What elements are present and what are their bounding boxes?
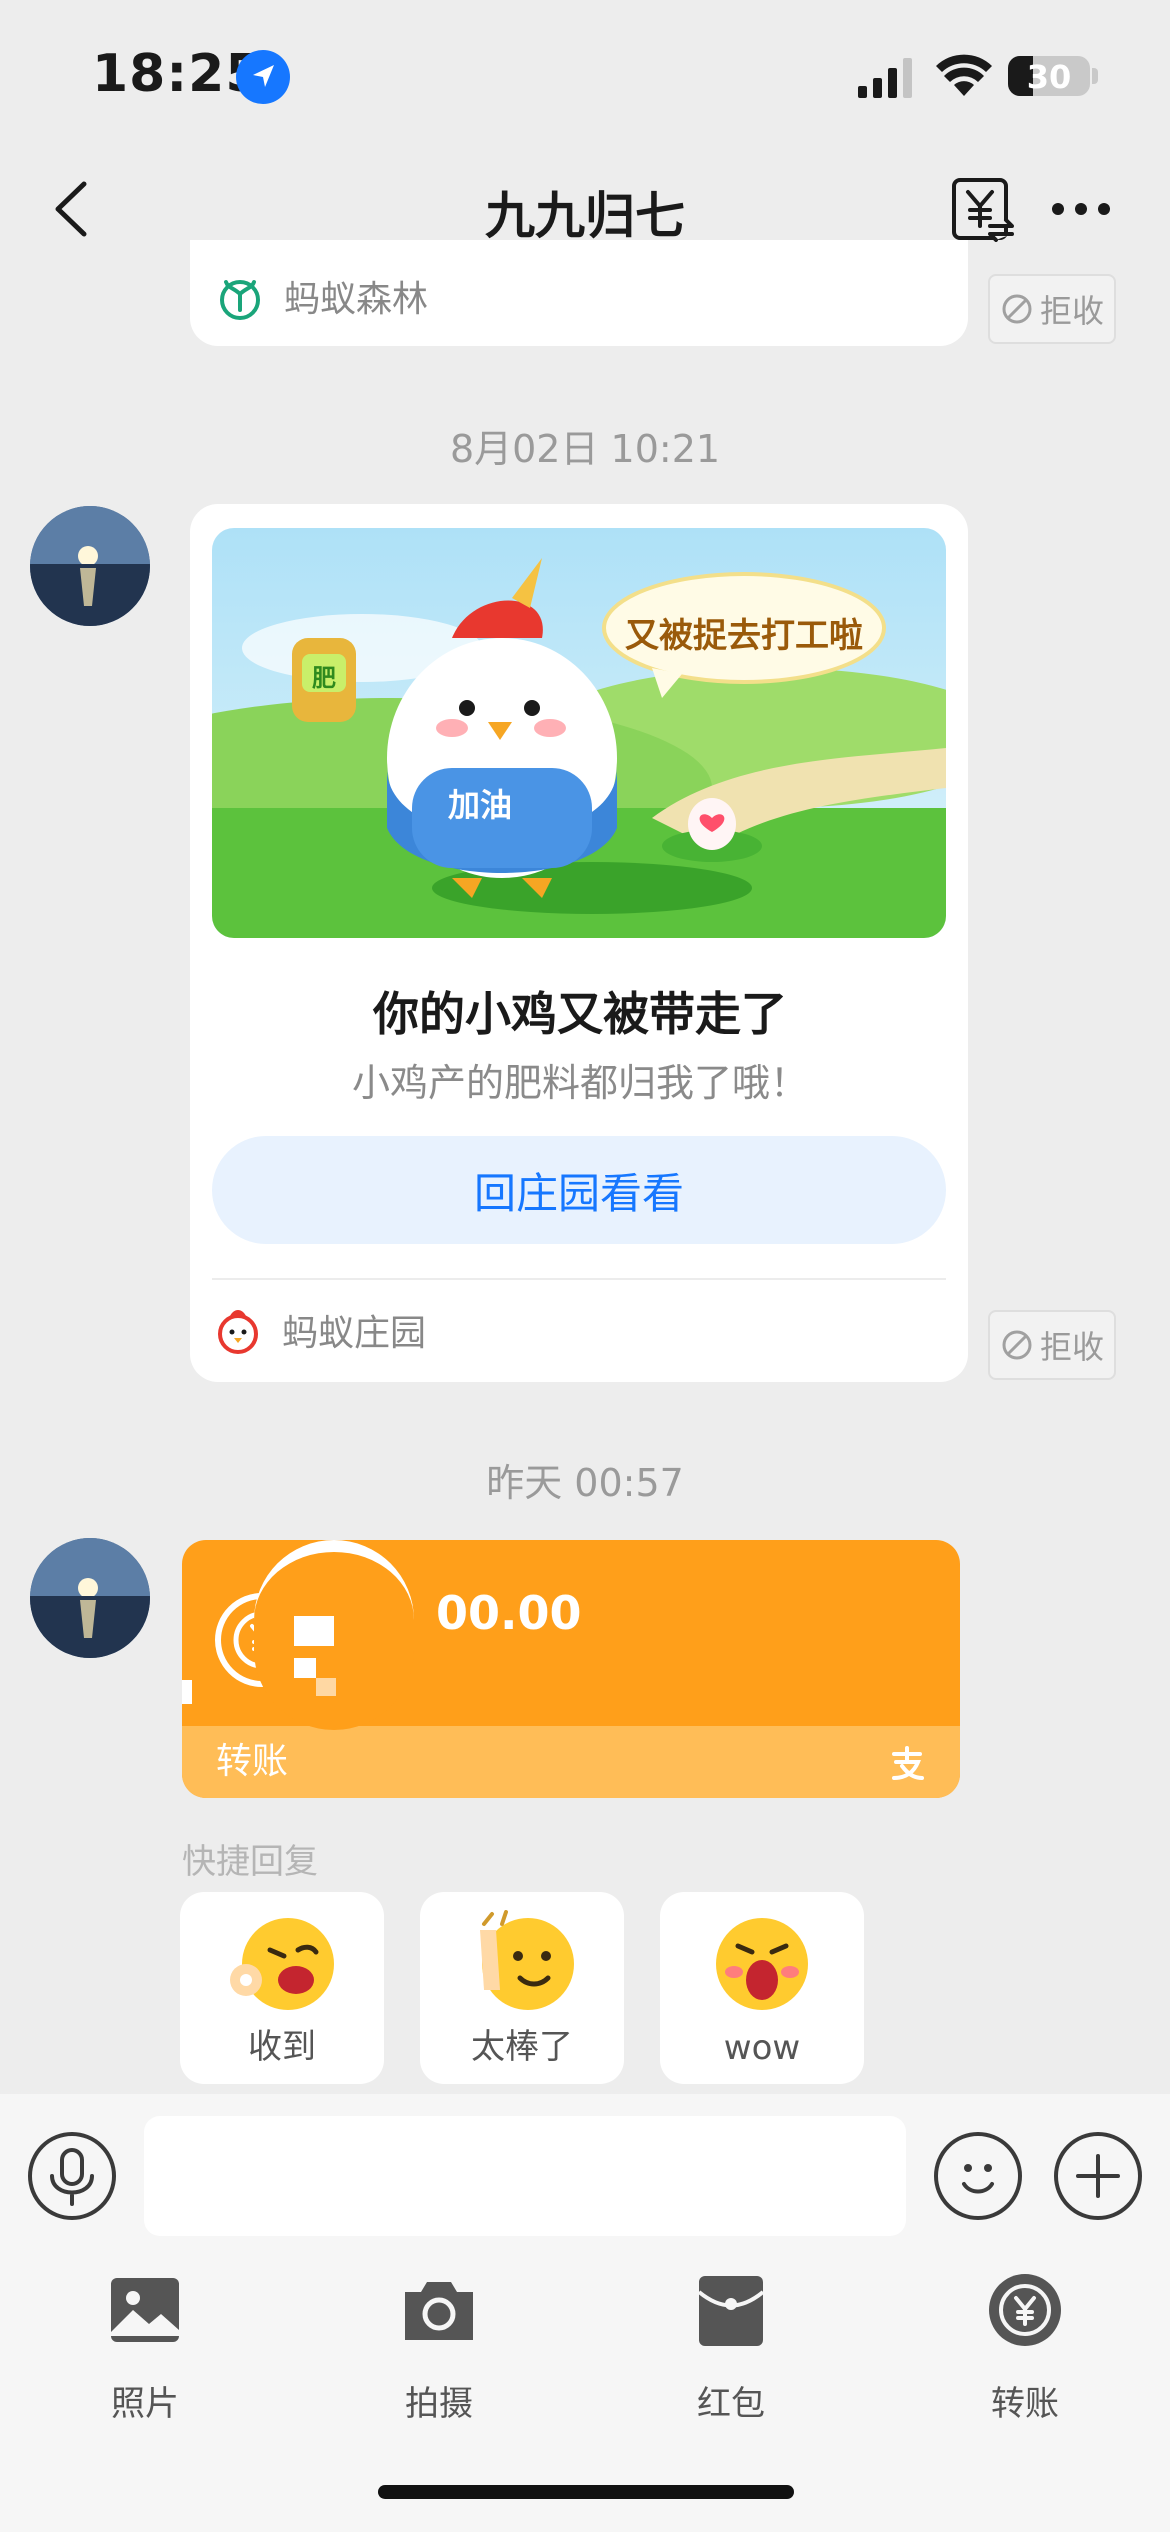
transfer-label: 转账 <box>216 1741 289 1782</box>
farm-card-title: 你的小鸡又被带走了 <box>373 987 787 1041</box>
ant-forest-icon <box>220 280 260 320</box>
reject-label: 拒收 <box>1039 292 1104 330</box>
transfer-amount: 00.00 <box>436 1586 582 1640</box>
forest-source-row: 蚂蚁森林 <box>214 270 428 322</box>
quick-reply-text: 太棒了 <box>471 2027 573 2067</box>
red-packet-icon <box>697 2276 765 2346</box>
smiley-icon <box>962 2164 994 2194</box>
message-timestamp: 8月02日 10:21 <box>449 427 721 471</box>
wifi-icon <box>936 54 992 96</box>
privacy-mosaic <box>182 1680 192 1704</box>
toolbar-label: 拍摄 <box>405 2384 473 2424</box>
privacy-mosaic <box>294 1616 334 1646</box>
quick-reply-label: 快捷回复 <box>182 1842 318 1882</box>
voice-button[interactable] <box>28 2132 116 2220</box>
quick-reply-item[interactable]: 收到 <box>180 1892 384 2084</box>
photo-icon <box>111 2278 179 2342</box>
transfer-icon <box>989 2274 1061 2346</box>
avatar[interactable] <box>30 506 150 626</box>
quick-reply-text: 收到 <box>248 2027 316 2067</box>
reject-button[interactable]: 拒收 <box>988 274 1116 344</box>
avatar[interactable] <box>30 1538 150 1658</box>
battery-icon: 30 <box>1008 56 1090 96</box>
quick-reply-item[interactable]: wow <box>660 1892 864 2084</box>
battery-level: 30 <box>1026 58 1072 96</box>
status-bar: 18:25 30 <box>0 0 1170 150</box>
toolbar-camera[interactable]: 拍摄 <box>364 2270 514 2425</box>
forest-message-card[interactable]: 蚂蚁森林 <box>190 240 968 346</box>
transfer-card-footer <box>182 1726 960 1798</box>
battery-tip <box>1092 68 1098 84</box>
toolbar-transfer[interactable]: 转账 <box>950 2270 1100 2425</box>
thumbs-up-emoji-icon <box>480 1910 574 2010</box>
block-icon <box>1002 294 1032 324</box>
quick-reply-item[interactable]: 太棒了 <box>420 1892 624 2084</box>
block-icon <box>1002 1330 1032 1360</box>
forest-source-name: 蚂蚁森林 <box>284 279 429 320</box>
currency-exchange-icon[interactable] <box>950 176 1016 242</box>
reject-button[interactable]: 拒收 <box>988 1310 1116 1380</box>
toolbar-photo[interactable]: 照片 <box>70 2270 220 2425</box>
privacy-mosaic <box>254 1540 414 1730</box>
toolbar-label: 转账 <box>991 2384 1059 2424</box>
quick-reply-text: wow <box>723 2028 801 2068</box>
reject-label: 拒收 <box>1039 1328 1104 1366</box>
message-input[interactable] <box>144 2116 906 2236</box>
toolbar-label: 照片 <box>111 2384 179 2424</box>
farm-source-name: 蚂蚁庄园 <box>282 1313 427 1354</box>
privacy-mosaic <box>294 1658 316 1678</box>
farm-source-row[interactable]: 蚂蚁庄园 <box>212 1304 426 1356</box>
toolbar-red-packet[interactable]: 红包 <box>656 2270 806 2425</box>
card-divider <box>212 1278 946 1280</box>
message-timestamp: 昨天 00:57 <box>486 1461 684 1505</box>
wink-ok-emoji-icon <box>230 1918 334 2010</box>
plus-icon <box>1076 2154 1120 2198</box>
ant-farm-chick-icon <box>218 1310 258 1354</box>
transfer-message-card[interactable]: 00.00 转账 <box>182 1540 960 1798</box>
camera-icon <box>405 2282 473 2340</box>
farm-card-subtitle: 小鸡产的肥料都归我了哦！ <box>351 1061 808 1105</box>
wow-emoji-icon <box>716 1918 808 2010</box>
message-input-bar <box>0 2094 1170 2244</box>
back-to-farm-button[interactable]: 回庄园看看 <box>212 1136 946 1244</box>
home-indicator <box>378 2485 794 2499</box>
cellular-signal-icon <box>858 58 912 98</box>
more-options-icon[interactable] <box>1050 194 1112 224</box>
location-arrow-icon <box>236 50 290 104</box>
farm-banner-image[interactable]: 肥 加油 又被捉去打工啦 <box>212 528 946 938</box>
microphone-icon <box>50 2148 94 2206</box>
privacy-mosaic <box>316 1678 336 1696</box>
more-actions-button[interactable] <box>1054 2132 1142 2220</box>
toolbar-label: 红包 <box>697 2384 765 2424</box>
emoji-button[interactable] <box>934 2132 1022 2220</box>
alipay-logo-icon <box>892 1746 924 1780</box>
